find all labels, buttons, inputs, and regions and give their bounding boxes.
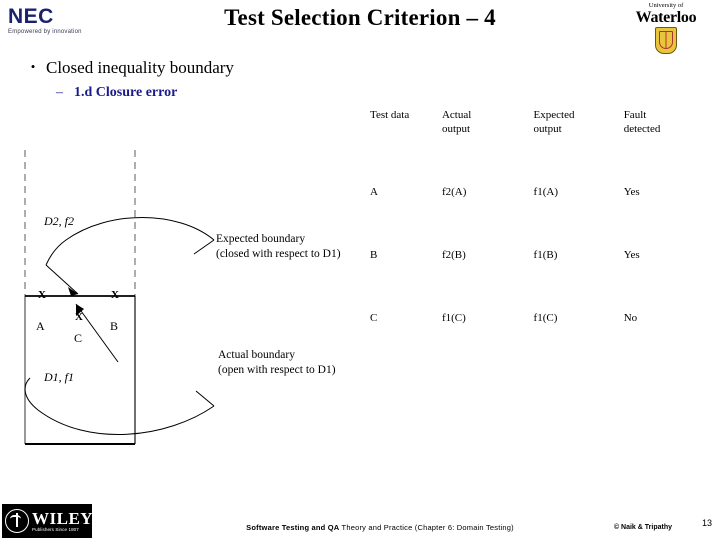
column-header-fault-detected-line1: Fault bbox=[623, 109, 647, 121]
column-header-actual-output: Actual output bbox=[442, 108, 534, 136]
column-header-test-data-line1: Test data bbox=[370, 109, 410, 121]
footer-book-reference: Software Testing and QA Theory and Pract… bbox=[180, 523, 580, 533]
page-number: 13 bbox=[701, 518, 712, 528]
table-row: C f1(C) f1(C) No bbox=[370, 311, 706, 325]
cell-actual-output: f1(C) bbox=[441, 312, 466, 324]
table-row: B f2(B) f1(B) Yes bbox=[370, 248, 706, 262]
bullet-level-1-label: Closed inequality boundary bbox=[46, 58, 234, 77]
annotation-actual-boundary-line2: (open with respect to D1) bbox=[218, 364, 336, 376]
cell-fault-detected: No bbox=[623, 312, 638, 324]
cell-test-data: C bbox=[370, 312, 378, 324]
waterloo-wordmark: Waterloo bbox=[635, 9, 697, 26]
cell-actual-output: f2(A) bbox=[441, 186, 467, 198]
nec-logo: NEC Empowered by innovation bbox=[8, 6, 118, 42]
waterloo-shield-icon bbox=[655, 27, 677, 54]
cell-test-data: A bbox=[370, 186, 378, 198]
column-header-actual-output-line2: output bbox=[441, 123, 471, 135]
point-label-a: A bbox=[36, 319, 45, 333]
column-header-actual-output-line1: Actual bbox=[441, 109, 472, 121]
marker-x-point-b: X bbox=[111, 289, 119, 301]
annotation-actual-boundary-line1: Actual boundary bbox=[218, 349, 295, 361]
annotation-expected-boundary-line1: Expected boundary bbox=[216, 233, 306, 245]
expected-arrow-head bbox=[68, 287, 78, 296]
domain-boundary-diagram: D2, f2 D1, f1 X X X A B C Expected bound… bbox=[18, 148, 378, 448]
column-header-expected-output-line1: Expected bbox=[533, 109, 575, 121]
marker-x-point-c: X bbox=[75, 311, 83, 323]
expected-annotation-leader bbox=[193, 239, 215, 255]
actual-annotation-leader bbox=[195, 390, 215, 407]
footer-book-subtitle: Theory and Practice (Chapter 6: Domain T… bbox=[339, 523, 514, 532]
table-spacer-row bbox=[370, 199, 706, 248]
column-header-expected-output-line2: output bbox=[533, 123, 562, 135]
cell-expected-output: f1(B) bbox=[533, 249, 558, 261]
point-label-b: B bbox=[110, 319, 119, 333]
column-header-fault-detected-line2: detected bbox=[623, 123, 661, 135]
diagram-svg bbox=[24, 150, 215, 445]
bullet-dot-icon: • bbox=[30, 59, 36, 74]
bullet-level-1: • Closed inequality boundary bbox=[20, 56, 234, 79]
cell-fault-detected: Yes bbox=[623, 249, 640, 261]
bullet-level-2: –1.d Closure error bbox=[56, 83, 177, 102]
wiley-logo: WILEY Publishers Since 1807 bbox=[2, 504, 93, 538]
table-row: A f2(A) f1(A) Yes bbox=[370, 185, 706, 199]
region-label-d2: D2, f2 bbox=[44, 214, 74, 228]
marker-x-point-a: X bbox=[38, 289, 46, 301]
bullet-level-2-label: 1.d Closure error bbox=[74, 85, 178, 100]
annotation-expected-boundary-line2: (closed with respect to D1) bbox=[216, 248, 341, 260]
region-label-d1: D1, f1 bbox=[44, 370, 74, 384]
actual-boundary-curve bbox=[24, 377, 215, 435]
bullet-dash-icon: – bbox=[56, 85, 63, 100]
university-of-waterloo-logo: University of Waterloo bbox=[618, 2, 714, 54]
cell-test-data: B bbox=[370, 249, 378, 261]
column-header-expected-output: Expected output bbox=[534, 108, 624, 136]
cell-fault-detected: Yes bbox=[623, 186, 640, 198]
cell-expected-output: f1(A) bbox=[533, 186, 558, 198]
expected-arrow-shaft bbox=[45, 264, 79, 295]
nec-tagline: Empowered by innovation bbox=[8, 29, 82, 35]
test-data-table: Test data Actual output Expected output … bbox=[370, 108, 706, 325]
table-spacer-row bbox=[370, 262, 706, 311]
page-title: Test Selection Criterion – 4 bbox=[224, 5, 496, 30]
table-header-row: Test data Actual output Expected output … bbox=[370, 108, 706, 136]
cell-actual-output: f2(B) bbox=[441, 249, 466, 261]
column-header-test-data: Test data bbox=[370, 108, 442, 136]
footer-book-title: Software Testing and QA bbox=[246, 523, 340, 532]
wiley-text-block: WILEY Publishers Since 1807 bbox=[32, 510, 93, 533]
nec-wordmark: NEC bbox=[8, 5, 54, 28]
table-spacer-row bbox=[370, 136, 706, 185]
footer-copyright: © Naik & Tripathy bbox=[613, 524, 672, 531]
wiley-emblem-icon bbox=[5, 509, 29, 533]
wiley-wordmark: WILEY bbox=[32, 508, 94, 528]
cell-expected-output: f1(C) bbox=[533, 312, 558, 324]
column-header-fault-detected: Fault detected bbox=[624, 108, 706, 136]
point-label-c: C bbox=[74, 331, 83, 345]
